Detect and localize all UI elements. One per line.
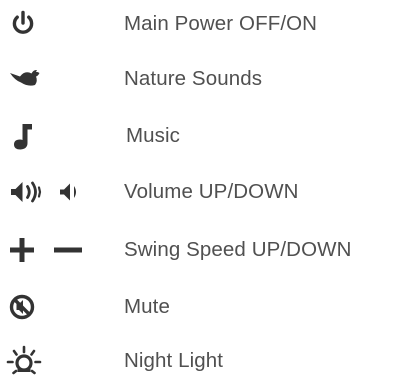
legend-row-power: Main Power OFF/ON — [0, 4, 399, 44]
legend-label-volume: Volume UP/DOWN — [124, 180, 299, 203]
music-note-icon — [11, 116, 35, 156]
minus-icon — [52, 230, 86, 270]
legend-row-nature-sounds: Nature Sounds — [0, 59, 399, 99]
legend-row-music: Music — [0, 116, 399, 156]
legend-label-nature-sounds: Nature Sounds — [124, 67, 263, 90]
legend-label-mute: Mute — [124, 295, 170, 318]
mute-icon — [9, 287, 37, 327]
power-icon — [10, 4, 36, 44]
legend-label-power: Main Power OFF/ON — [124, 12, 318, 35]
legend-label-music: Music — [126, 124, 181, 147]
volume-up-icon — [8, 172, 48, 212]
legend-row-mute: Mute — [0, 287, 399, 327]
plus-icon — [8, 230, 38, 270]
legend-row-swing-speed: Swing Speed UP/DOWN — [0, 230, 399, 270]
legend-row-night-light: Night Light — [0, 341, 399, 381]
volume-down-icon — [58, 172, 82, 212]
legend-label-swing-speed: Swing Speed UP/DOWN — [124, 238, 352, 261]
legend-row-volume: Volume UP/DOWN — [0, 172, 399, 212]
legend-label-night-light: Night Light — [124, 349, 224, 372]
night-light-icon — [4, 341, 44, 381]
bird-icon — [9, 59, 45, 99]
